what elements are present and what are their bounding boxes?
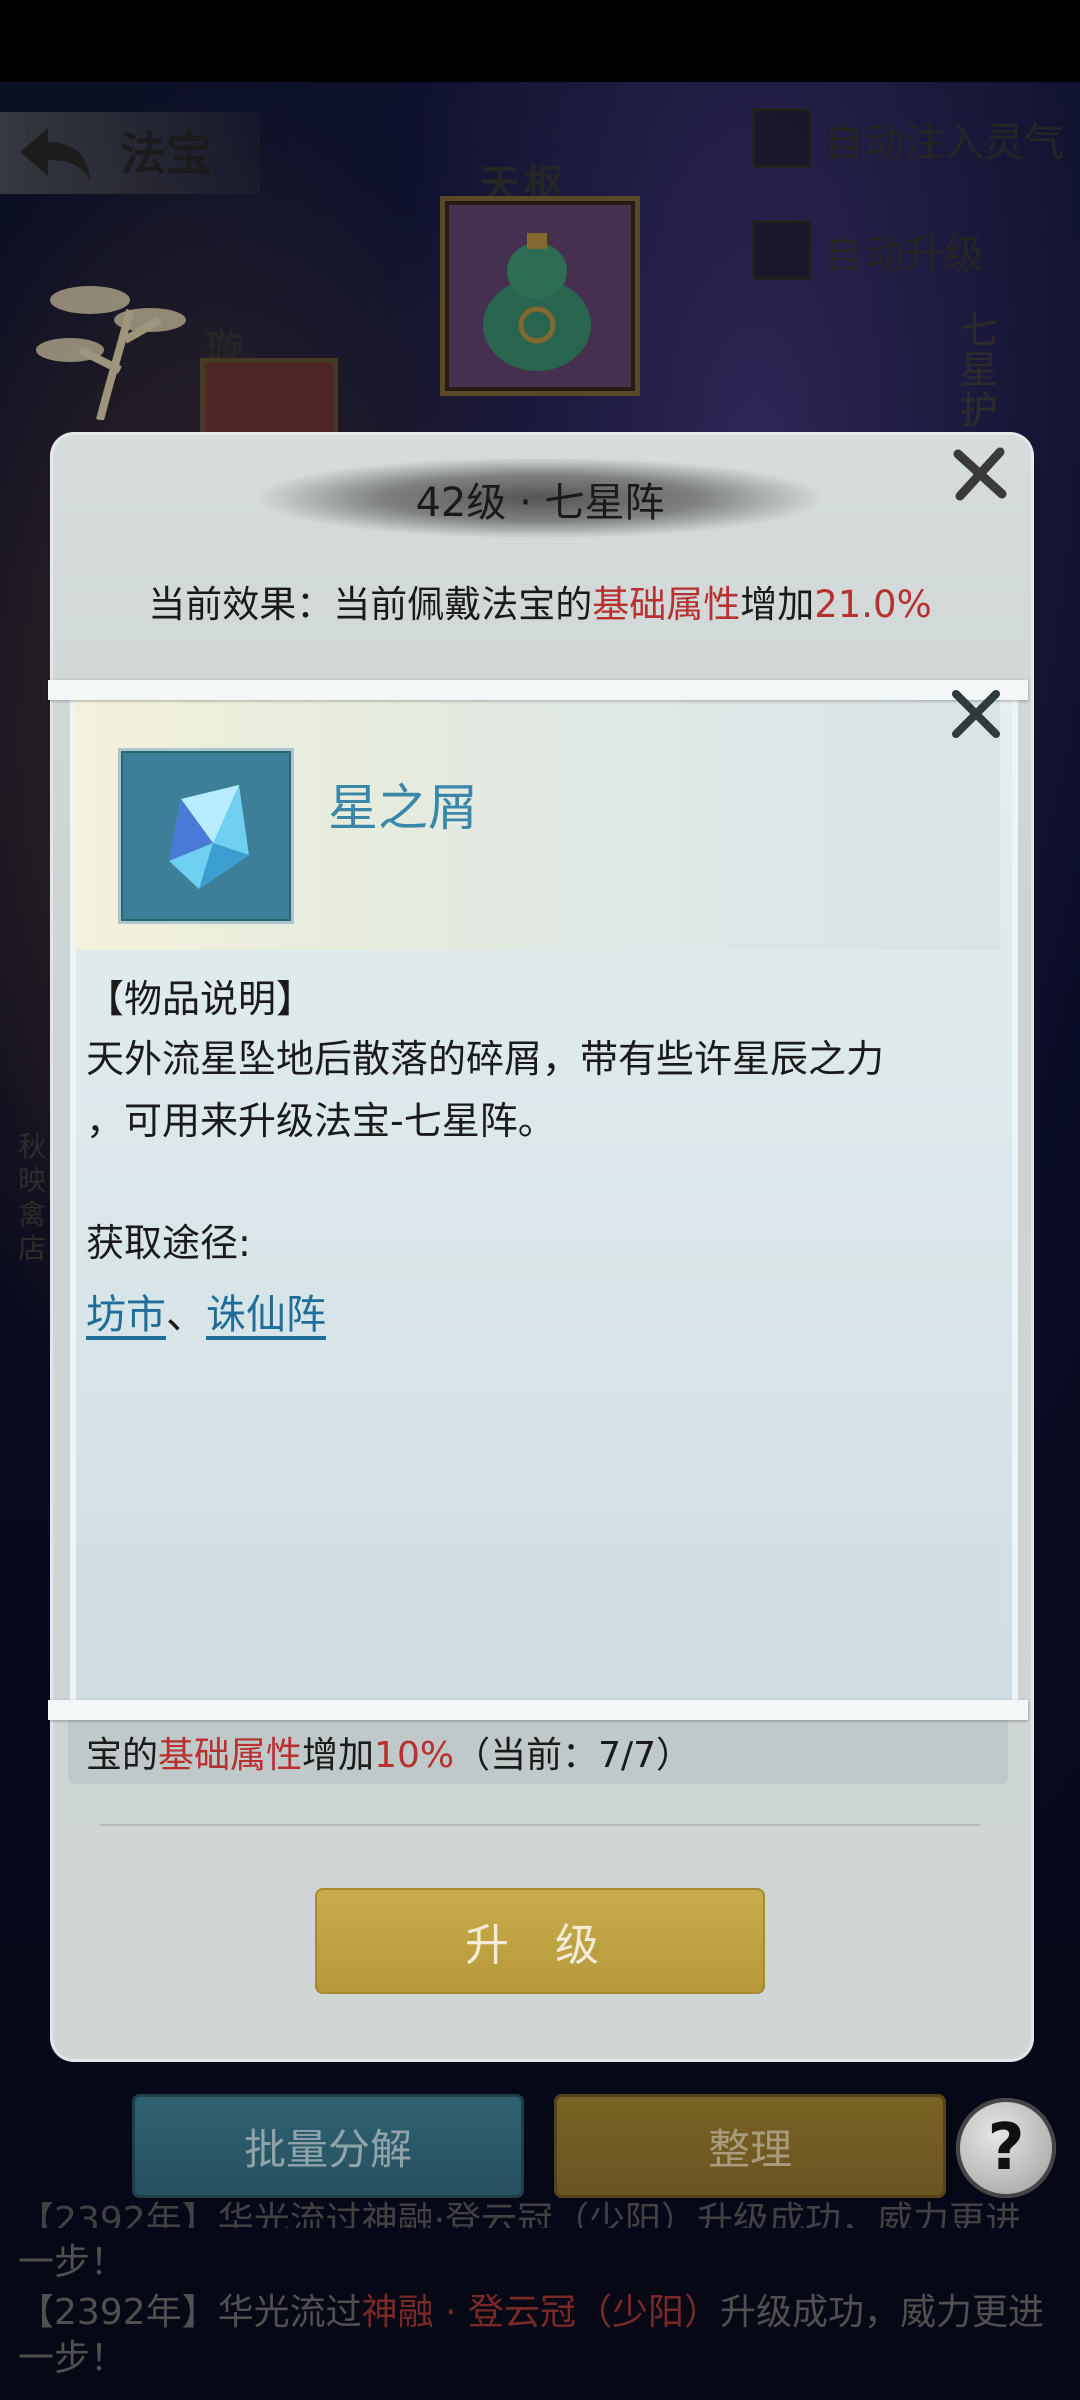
source-heading: 获取途径: [86, 1221, 251, 1265]
effect-value: 21.0% [814, 583, 932, 626]
effect-mid: 增加 [740, 583, 815, 626]
description-line-2: ，可用来升级法宝-七星阵。 [86, 1099, 556, 1143]
modal-title: 42级 · 七星阵 [415, 480, 665, 526]
bonus-value: 10% [374, 1735, 455, 1776]
description-heading: 【物品说明】 [86, 977, 315, 1021]
source-links: 坊市、诛仙阵 [86, 1282, 326, 1340]
current-effect: 当前效果：当前佩戴法宝的基础属性增加21.0% [0, 574, 1080, 628]
status-bar [0, 0, 1080, 82]
item-icon-frame [118, 748, 294, 924]
bonus-mid: 增加 [302, 1735, 375, 1776]
popup-scroll-top [48, 680, 1028, 700]
log-entry-end: 一步！ [18, 2338, 127, 2379]
description-line-1: 天外流星坠地后散落的碎屑，带有些许星辰之力 [86, 1037, 885, 1081]
log-text1: 华光流过 [217, 2292, 362, 2333]
log-entry-partial: 【2392年】华光流过神融·登云冠（少阳）升级成功，威力更进 [18, 2200, 1022, 2228]
effect-prefix: 当前效果：当前佩戴法宝的 [148, 583, 593, 626]
log-item: 神融 · 登云冠（少阳） [361, 2292, 720, 2333]
bonus-suffix: （当前：7/7） [454, 1735, 693, 1776]
batch-decompose-button[interactable]: 批量分解 [132, 2094, 524, 2198]
log-entry-partial-end: 一步！ [18, 2242, 127, 2283]
description-text: 天外流星坠地后散落的碎屑，带有些许星辰之力 ，可用来升级法宝-七星阵。 [86, 1028, 966, 1152]
log-text2: 升级成功，威力更进 [719, 2292, 1044, 2333]
effect-highlight: 基础属性 [592, 583, 741, 626]
bonus-highlight: 基础属性 [158, 1735, 303, 1776]
upgrade-button[interactable]: 升 级 [315, 1888, 765, 1994]
popup-scroll-bottom [48, 1700, 1028, 1720]
item-name: 星之屑 [328, 779, 478, 837]
crystal-shard-icon [169, 785, 249, 889]
source-separator: 、 [166, 1292, 206, 1338]
bonus-prefix: 宝的 [86, 1735, 159, 1776]
popup-close-icon[interactable] [948, 686, 1004, 742]
log-entry: 【2392年】华光流过神融 · 登云冠（少阳）升级成功，威力更进 [18, 2290, 1068, 2336]
help-button[interactable]: ? [956, 2098, 1056, 2198]
modal-close-icon[interactable] [950, 444, 1010, 504]
arrange-button[interactable]: 整理 [554, 2094, 946, 2198]
popup-footer-band [76, 1544, 1000, 1702]
source-link-zhuxian[interactable]: 诛仙阵 [206, 1292, 326, 1338]
modal-divider [100, 1824, 980, 1826]
source-link-market[interactable]: 坊市 [86, 1292, 166, 1338]
bonus-text: 宝的基础属性增加10%（当前：7/7） [86, 1726, 692, 1778]
log-year: 【2392年】 [18, 2292, 218, 2333]
